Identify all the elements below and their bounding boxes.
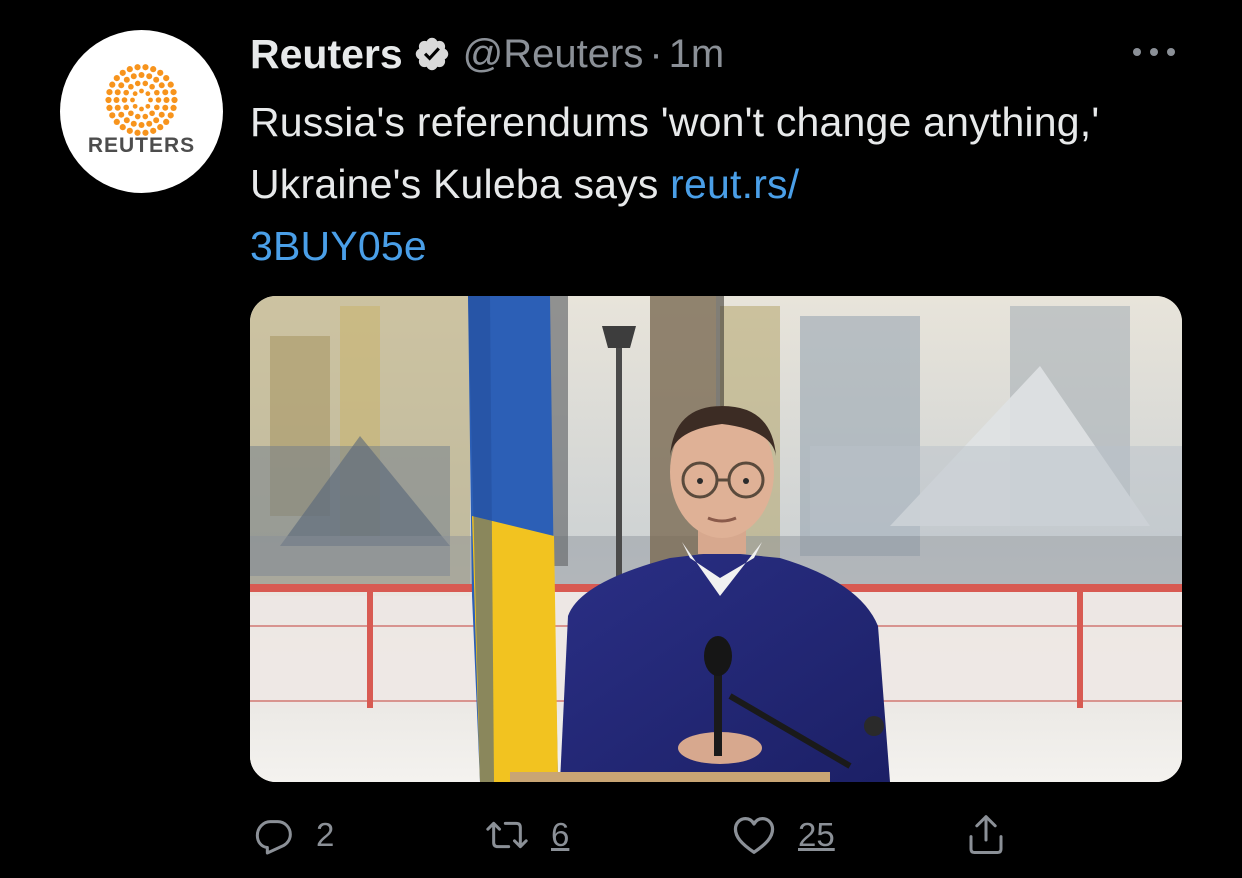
logo-dot bbox=[134, 113, 141, 120]
logo-dot bbox=[158, 111, 165, 118]
logo-dot bbox=[149, 83, 155, 90]
logo-dot bbox=[106, 89, 113, 96]
photo-image bbox=[250, 296, 1182, 782]
logo-dot bbox=[132, 103, 138, 109]
logo-dot bbox=[167, 81, 174, 88]
logo-dot bbox=[167, 112, 174, 119]
tweet-link-part1[interactable]: reut.rs/ bbox=[670, 161, 799, 207]
logo-dot bbox=[139, 88, 144, 94]
logo-dot bbox=[130, 120, 137, 127]
reply-button[interactable]: 2 bbox=[254, 805, 334, 865]
logo-dot bbox=[126, 66, 133, 73]
logo-dot bbox=[154, 89, 160, 96]
retweet-count[interactable]: 6 bbox=[551, 816, 569, 854]
heart-icon bbox=[733, 817, 775, 854]
logo-dot bbox=[113, 97, 120, 103]
logo-dot bbox=[128, 83, 134, 90]
logo-dot bbox=[113, 75, 120, 82]
logo-dot bbox=[142, 80, 149, 87]
tweet[interactable]: REUTERS Reuters @Reuters · 1m Russia's r… bbox=[0, 0, 1242, 878]
logo-dot bbox=[157, 69, 164, 76]
more-options-button[interactable] bbox=[1124, 32, 1184, 72]
logo-dot bbox=[118, 111, 125, 118]
logo-dot bbox=[121, 97, 128, 103]
logo-dot bbox=[145, 91, 151, 97]
logo-dot bbox=[157, 124, 164, 131]
logo-dot bbox=[149, 110, 155, 117]
logo-dot bbox=[130, 97, 135, 103]
logo-dot bbox=[162, 104, 169, 111]
logo-dot bbox=[106, 104, 113, 111]
logo-dot bbox=[105, 96, 112, 104]
logo-dot bbox=[119, 69, 126, 76]
like-button[interactable]: 25 bbox=[732, 805, 835, 865]
logo-dot bbox=[163, 118, 170, 125]
verified-badge-icon bbox=[413, 35, 451, 73]
logo-dot bbox=[123, 89, 129, 96]
retweet-arrows-icon bbox=[486, 821, 528, 849]
logo-dot bbox=[109, 112, 116, 119]
logo-dot bbox=[155, 97, 162, 103]
author-avatar[interactable]: REUTERS bbox=[60, 30, 223, 193]
retweet-button[interactable]: 6 bbox=[485, 805, 569, 865]
logo-dot bbox=[150, 66, 157, 73]
tweet-photo[interactable] bbox=[250, 296, 1182, 782]
logo-dot bbox=[171, 96, 178, 104]
tweet-header: Reuters @Reuters · 1m bbox=[250, 26, 724, 82]
logo-dot bbox=[145, 103, 151, 109]
tweet-link-part2[interactable]: 3BUY05e bbox=[250, 223, 427, 269]
reply-bubble-icon bbox=[255, 820, 292, 855]
separator-dot: · bbox=[649, 31, 663, 76]
logo-dot bbox=[130, 73, 137, 80]
logo-dot bbox=[123, 117, 130, 124]
logo-dot bbox=[158, 82, 165, 89]
logo-dot bbox=[114, 104, 121, 111]
logo-dot bbox=[146, 73, 153, 80]
logo-dot bbox=[162, 89, 169, 96]
logo-dot bbox=[142, 113, 149, 120]
logo-dot bbox=[146, 120, 153, 127]
author-name[interactable]: Reuters bbox=[250, 31, 403, 78]
tweet-text: Russia's referendums 'won't change anyth… bbox=[250, 91, 1150, 277]
reuters-logo-icon bbox=[105, 64, 178, 136]
avatar-logo-text: REUTERS bbox=[87, 134, 196, 157]
logo-dot bbox=[138, 122, 145, 128]
logo-dot bbox=[128, 110, 134, 117]
logo-dot bbox=[148, 97, 153, 103]
logo-dot bbox=[170, 104, 177, 111]
author-handle[interactable]: @Reuters bbox=[463, 32, 644, 77]
logo-dot bbox=[139, 106, 144, 112]
logo-dot bbox=[170, 89, 177, 96]
share-upload-icon bbox=[969, 815, 1003, 854]
reply-count: 2 bbox=[316, 816, 335, 853]
logo-dot bbox=[153, 76, 160, 83]
logo-dot bbox=[132, 91, 138, 97]
logo-dot bbox=[119, 124, 126, 131]
logo-dot bbox=[153, 117, 160, 124]
logo-dot bbox=[163, 97, 170, 103]
logo-dot bbox=[114, 89, 121, 96]
logo-dot bbox=[154, 104, 160, 111]
logo-dot bbox=[118, 82, 125, 89]
logo-dot bbox=[123, 76, 130, 83]
share-button[interactable] bbox=[966, 805, 1006, 865]
tweet-actions: 2 6 25 bbox=[250, 805, 1080, 865]
like-count[interactable]: 25 bbox=[798, 816, 835, 854]
logo-dot bbox=[109, 81, 116, 88]
more-dots-icon bbox=[1133, 48, 1175, 56]
logo-dot bbox=[138, 72, 145, 78]
logo-dot bbox=[163, 75, 170, 82]
logo-dot bbox=[113, 118, 120, 125]
logo-dot bbox=[142, 64, 149, 71]
tweet-timestamp[interactable]: 1m bbox=[669, 32, 725, 77]
logo-dot bbox=[134, 80, 141, 87]
logo-dot bbox=[123, 104, 129, 111]
logo-dot bbox=[134, 64, 141, 71]
